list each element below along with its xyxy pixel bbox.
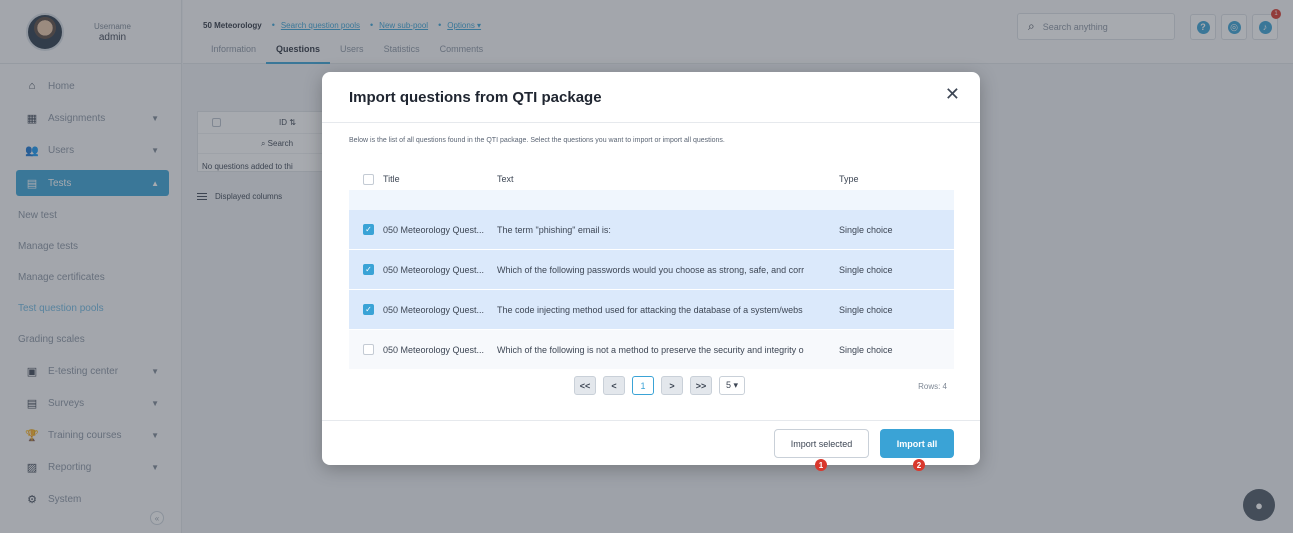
import-all-button[interactable]: Import all	[880, 429, 954, 458]
row-text: The code injecting method used for attac…	[497, 304, 803, 315]
table-row[interactable]: ✓ 050 Meteorology Quest... The term "phi…	[349, 210, 954, 250]
row-checkbox[interactable]: ✓	[363, 304, 374, 315]
import-qti-modal: Import questions from QTI package ✕ Belo…	[322, 72, 980, 471]
annotation-marker-1: 1	[815, 459, 827, 471]
rows-count: Rows: 4	[918, 382, 947, 391]
modal-description: Below is the list of all questions found…	[349, 137, 725, 144]
row-type: Single choice	[839, 264, 893, 275]
row-checkbox[interactable]	[363, 344, 374, 355]
row-text: Which of the following passwords would y…	[497, 264, 805, 275]
row-title: 050 Meteorology Quest...	[383, 264, 485, 275]
grid-filter-row	[349, 190, 954, 210]
select-all-checkbox[interactable]	[363, 173, 374, 185]
annotation-marker-2: 2	[913, 459, 925, 471]
table-row[interactable]: ✓ 050 Meteorology Quest... Which of the …	[349, 250, 954, 290]
row-type: Single choice	[839, 344, 893, 355]
modal-header: Import questions from QTI package ✕	[322, 72, 980, 123]
first-page-button[interactable]: <<	[574, 376, 596, 395]
next-page-button[interactable]: >	[661, 376, 683, 395]
table-row[interactable]: ✓ 050 Meteorology Quest... The code inje…	[349, 290, 954, 330]
row-checkbox[interactable]: ✓	[363, 224, 374, 235]
modal-footer-divider	[322, 420, 980, 421]
current-page-button[interactable]: 1	[632, 376, 654, 395]
row-title: 050 Meteorology Quest...	[383, 224, 485, 235]
pagination: << < 1 > >> 5 ▾	[574, 376, 752, 395]
row-text: Which of the following is not a method t…	[497, 344, 804, 355]
row-type: Single choice	[839, 304, 893, 315]
table-row[interactable]: 050 Meteorology Quest... Which of the fo…	[349, 330, 954, 370]
prev-page-button[interactable]: <	[603, 376, 625, 395]
row-text: The term "phishing" email is:	[497, 224, 611, 235]
grid-header: Title Text Type	[349, 168, 954, 190]
questions-grid: Title Text Type ✓ 050 Meteorology Quest.…	[349, 168, 954, 370]
row-checkbox[interactable]: ✓	[363, 264, 374, 275]
last-page-button[interactable]: >>	[690, 376, 712, 395]
title-column-header: Title	[383, 174, 400, 184]
row-title: 050 Meteorology Quest...	[383, 304, 485, 315]
page-size-select[interactable]: 5 ▾	[719, 376, 745, 395]
import-selected-button[interactable]: Import selected	[774, 429, 869, 458]
close-icon[interactable]: ✕	[945, 85, 960, 103]
modal-title: Import questions from QTI package	[349, 88, 602, 106]
type-column-header: Type	[839, 174, 859, 184]
row-type: Single choice	[839, 224, 893, 235]
row-title: 050 Meteorology Quest...	[383, 344, 485, 355]
text-column-header: Text	[497, 174, 514, 184]
